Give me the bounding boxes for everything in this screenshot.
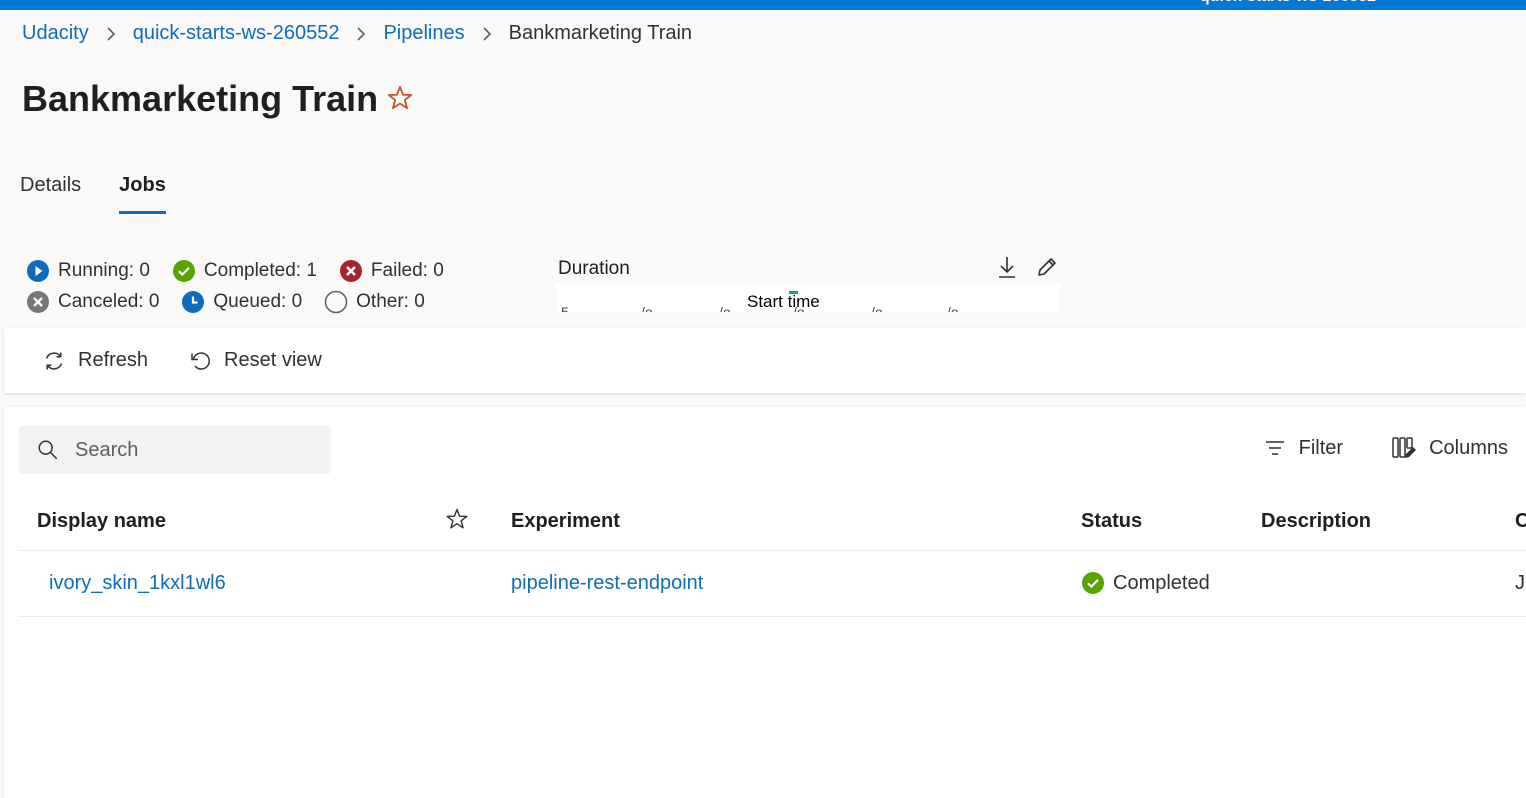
filter-icon bbox=[1265, 441, 1284, 455]
download-icon[interactable] bbox=[992, 252, 1022, 282]
table-row[interactable]: ivory_skin_1kxl1wl6 pipeline-rest-endpoi… bbox=[18, 551, 1526, 617]
filter-label: Filter bbox=[1298, 436, 1344, 459]
running-label: Running: 0 bbox=[58, 259, 150, 281]
columns-edit-icon bbox=[1392, 437, 1417, 458]
refresh-icon bbox=[45, 352, 63, 369]
top-bar: quick-starts-ws-260552 bbox=[0, 0, 1526, 10]
filter-button[interactable]: Filter bbox=[1263, 436, 1343, 460]
chart-tick-glyph: /o bbox=[947, 304, 959, 312]
other-label: Other: 0 bbox=[356, 290, 425, 312]
queued-icon bbox=[182, 290, 205, 313]
column-header-display-name[interactable]: Display name bbox=[37, 510, 166, 533]
status-summary: Running: 0 Completed: 1 Failed: 0 Cancel… bbox=[26, 255, 466, 317]
breadcrumb-current: Bankmarketing Train bbox=[508, 22, 693, 44]
chart-title: Duration bbox=[558, 258, 630, 279]
columns-label: Columns bbox=[1429, 436, 1508, 459]
panel-actions: Filter Columns bbox=[1215, 435, 1508, 461]
workspace-name: quick-starts-ws-260552 bbox=[1200, 0, 1376, 6]
favorite-column-star-icon[interactable] bbox=[445, 507, 469, 537]
jobs-table: Display name Experiment Status Descripti… bbox=[18, 494, 1526, 617]
search-input[interactable] bbox=[75, 438, 305, 462]
tab-jobs[interactable]: Jobs bbox=[119, 170, 166, 214]
chart-tick-glyph: /o bbox=[641, 304, 653, 312]
search-box[interactable] bbox=[19, 426, 331, 474]
other-count: Other: 0 bbox=[324, 290, 425, 314]
running-count: Running: 0 bbox=[26, 259, 150, 283]
tab-bar: Details Jobs bbox=[20, 170, 204, 214]
refresh-label: Refresh bbox=[78, 349, 149, 371]
running-icon bbox=[27, 259, 49, 282]
chart-actions bbox=[992, 252, 1062, 282]
reset-view-button[interactable]: Reset view bbox=[188, 349, 322, 373]
job-display-name-link[interactable]: ivory_skin_1kxl1wl6 bbox=[49, 572, 226, 595]
search-icon bbox=[38, 440, 58, 460]
breadcrumb-udacity[interactable]: Udacity bbox=[22, 22, 89, 45]
created-cell: Ju bbox=[1515, 572, 1526, 594]
other-icon bbox=[324, 290, 348, 313]
failed-icon bbox=[339, 259, 362, 282]
queued-count: Queued: 0 bbox=[181, 290, 302, 314]
undo-icon bbox=[191, 351, 211, 370]
chevron-right-icon bbox=[347, 26, 375, 42]
completed-label: Completed: 1 bbox=[203, 259, 317, 281]
queued-label: Queued: 0 bbox=[213, 290, 303, 312]
canceled-icon bbox=[27, 290, 49, 313]
completed-count: Completed: 1 bbox=[172, 259, 317, 283]
columns-button[interactable]: Columns bbox=[1391, 435, 1508, 461]
breadcrumb-pipelines[interactable]: Pipelines bbox=[383, 22, 464, 45]
chevron-right-icon bbox=[473, 26, 501, 42]
column-header-created[interactable]: C bbox=[1515, 510, 1526, 533]
breadcrumb-workspace[interactable]: quick-starts-ws-260552 bbox=[133, 22, 340, 45]
chart-tick-glyph: 5 bbox=[561, 304, 569, 312]
experiment-link[interactable]: pipeline-rest-endpoint bbox=[511, 572, 703, 595]
favorite-star-icon[interactable] bbox=[386, 84, 414, 117]
tab-details[interactable]: Details bbox=[20, 170, 81, 214]
failed-count: Failed: 0 bbox=[339, 259, 444, 283]
page-title: Bankmarketing Train bbox=[22, 78, 379, 119]
table-header: Display name Experiment Status Descripti… bbox=[18, 494, 1526, 551]
chart-tick-glyph: /o bbox=[871, 304, 883, 312]
canceled-count: Canceled: 0 bbox=[26, 290, 159, 314]
column-header-description[interactable]: Description bbox=[1261, 510, 1371, 533]
reset-view-label: Reset view bbox=[224, 349, 322, 371]
completed-icon bbox=[172, 259, 195, 282]
command-bar: Refresh Reset view bbox=[4, 328, 1526, 393]
chart-x-axis-label: Start time bbox=[747, 292, 820, 311]
duration-chart: Duration 5 /o /o /o /o /o Start time bbox=[557, 252, 1062, 314]
jobs-panel: Filter Columns Display name Experiment S… bbox=[4, 407, 1526, 798]
chart-tick-glyph: /o bbox=[719, 304, 731, 312]
breadcrumb: Udacity quick-starts-ws-260552 Pipelines… bbox=[22, 22, 692, 45]
status-cell: Completed bbox=[1081, 571, 1210, 595]
refresh-button[interactable]: Refresh bbox=[42, 349, 148, 373]
completed-icon bbox=[1082, 572, 1104, 594]
canceled-label: Canceled: 0 bbox=[58, 290, 160, 312]
chevron-right-icon bbox=[97, 26, 125, 42]
column-header-experiment[interactable]: Experiment bbox=[511, 510, 620, 533]
edit-pencil-icon[interactable] bbox=[1032, 252, 1062, 282]
chart-plot-area: 5 /o /o /o /o /o Start time bbox=[557, 284, 1059, 312]
status-text: Completed bbox=[1113, 571, 1210, 594]
failed-label: Failed: 0 bbox=[370, 259, 444, 281]
column-header-status[interactable]: Status bbox=[1081, 510, 1142, 533]
